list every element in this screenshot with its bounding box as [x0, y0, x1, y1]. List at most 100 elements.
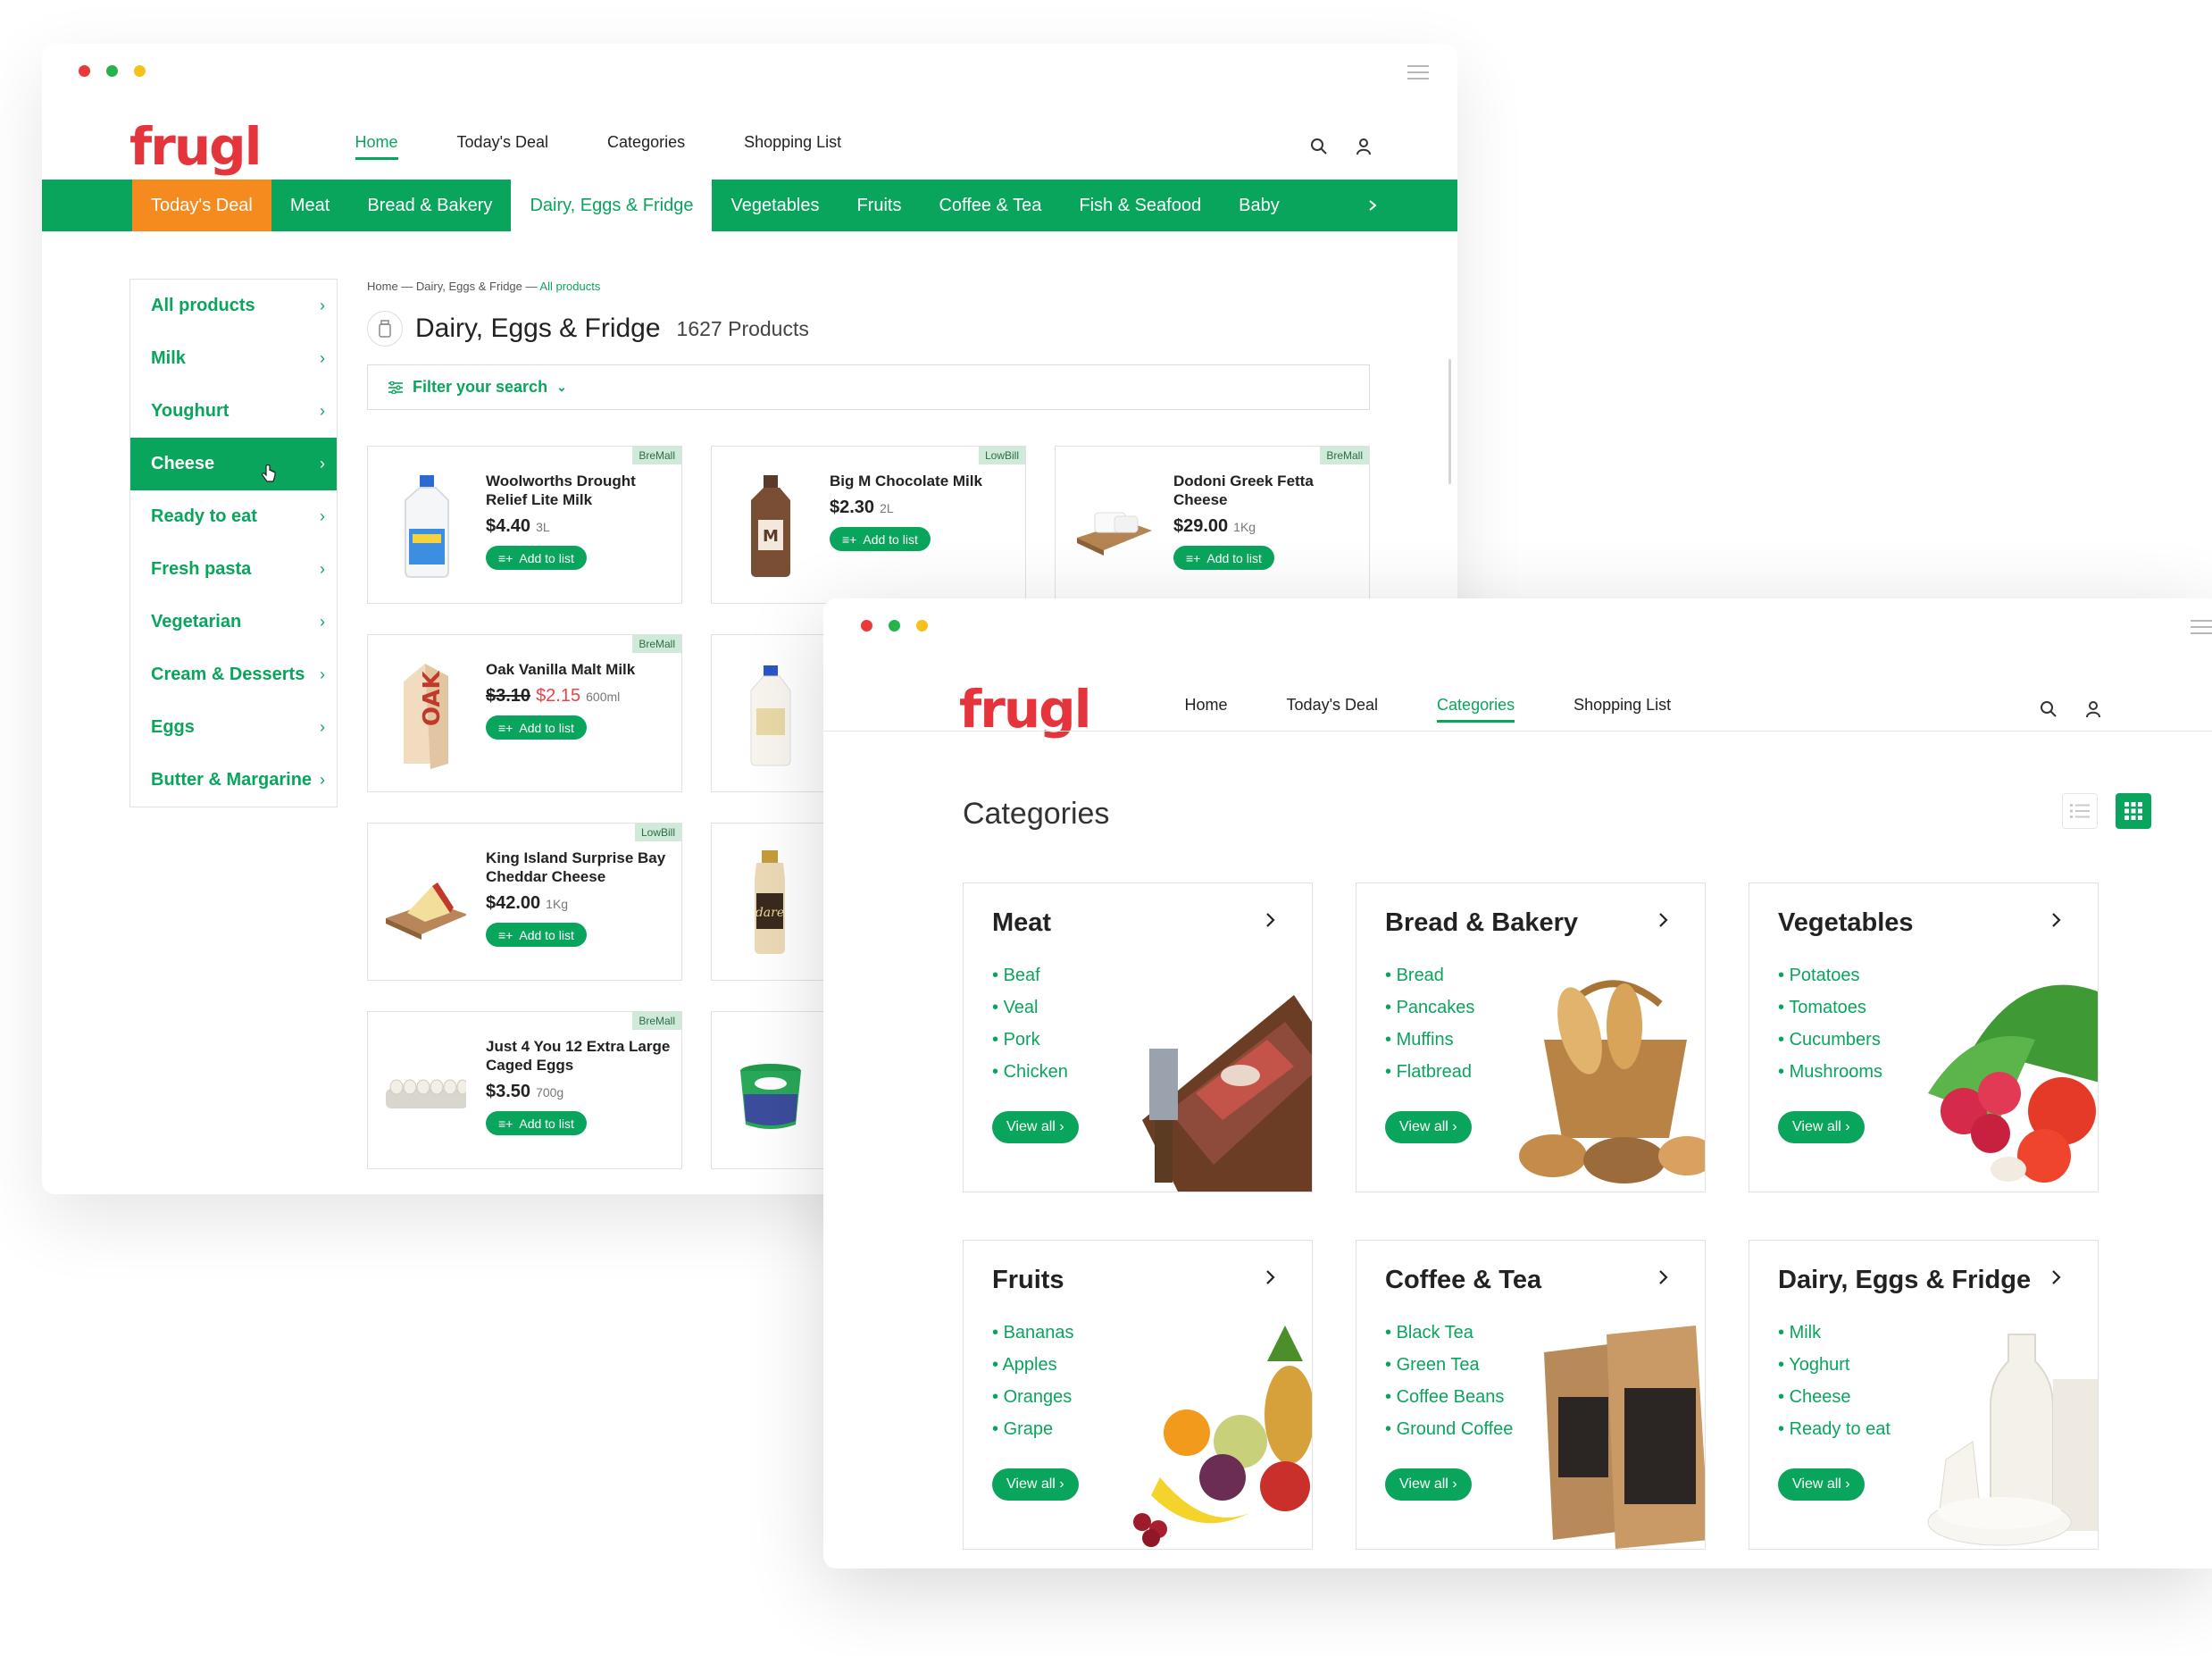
sidebar-item-cream-desserts[interactable]: Cream & Desserts ›: [130, 648, 337, 701]
catbar-todays-deal[interactable]: Today's Deal: [132, 180, 271, 231]
sidebar-item-youghurt[interactable]: Youghurt ›: [130, 385, 337, 438]
product-name[interactable]: Big M Chocolate Milk: [830, 472, 1017, 490]
chevron-right-icon[interactable]: [1265, 1269, 1276, 1285]
subcategory-link[interactable]: • Apples: [992, 1349, 1074, 1381]
category-title[interactable]: Meat: [992, 908, 1051, 938]
sidebar-item-cheese[interactable]: Cheese ›: [130, 438, 337, 490]
catbar-bread-bakery[interactable]: Bread & Bakery: [348, 180, 511, 231]
chevron-right-icon[interactable]: [1658, 912, 1669, 928]
subcategory-link[interactable]: • Ready to eat: [1778, 1413, 1891, 1445]
subcategory-link[interactable]: • Bananas: [992, 1317, 1074, 1349]
sidebar-item-all-products[interactable]: All products ›: [130, 280, 337, 332]
product-card[interactable]: LowBill M Big M Chocolate Milk $2.30 2L ≡…: [711, 446, 1026, 604]
maximize-dot[interactable]: [889, 620, 900, 631]
product-name[interactable]: Woolworths Drought Relief Lite Milk: [486, 472, 673, 509]
view-all-button[interactable]: View all ›: [992, 1111, 1079, 1143]
category-card-meat[interactable]: Meat • Beaf • Veal • Pork • Chicken View…: [963, 882, 1313, 1192]
category-card-bread-bakery[interactable]: Bread & Bakery • Bread • Pancakes • Muff…: [1356, 882, 1706, 1192]
nav-home[interactable]: Home: [1185, 696, 1228, 723]
category-card-coffee-tea[interactable]: Coffee & Tea • Black Tea • Green Tea • C…: [1356, 1240, 1706, 1550]
catbar-dairy[interactable]: Dairy, Eggs & Fridge: [511, 180, 713, 231]
search-icon[interactable]: [1310, 138, 1328, 155]
category-title[interactable]: Bread & Bakery: [1385, 908, 1578, 938]
add-to-list-button[interactable]: ≡+ Add to list: [486, 715, 587, 740]
chevron-right-icon[interactable]: [2051, 1269, 2062, 1285]
subcategory-link[interactable]: • Flatbread: [1385, 1056, 1474, 1088]
category-title[interactable]: Coffee & Tea: [1385, 1266, 1541, 1295]
category-card-fruits[interactable]: Fruits • Bananas • Apples • Oranges • Gr…: [963, 1240, 1313, 1550]
product-name[interactable]: Just 4 You 12 Extra Large Caged Eggs: [486, 1037, 673, 1075]
minimize-dot[interactable]: [134, 65, 146, 77]
product-name[interactable]: Oak Vanilla Malt Milk: [486, 660, 673, 679]
nav-shopping-list[interactable]: Shopping List: [1573, 696, 1671, 723]
catbar-baby[interactable]: Baby: [1220, 180, 1298, 231]
view-all-button[interactable]: View all ›: [1385, 1111, 1472, 1143]
subcategory-link[interactable]: • Coffee Beans: [1385, 1381, 1513, 1413]
hamburger-menu-icon[interactable]: [2191, 620, 2212, 634]
user-icon[interactable]: [2084, 700, 2102, 718]
chevron-right-icon[interactable]: [1658, 1269, 1669, 1285]
catbar-vegetables[interactable]: Vegetables: [712, 180, 838, 231]
sidebar-item-butter-margarine[interactable]: Butter & Margarine ›: [130, 754, 337, 807]
search-icon[interactable]: [2040, 700, 2058, 718]
nav-home[interactable]: Home: [355, 133, 398, 160]
nav-categories[interactable]: Categories: [1437, 696, 1515, 723]
view-all-button[interactable]: View all ›: [1385, 1468, 1472, 1501]
subcategory-link[interactable]: • Tomatoes: [1778, 991, 1882, 1024]
user-icon[interactable]: [1355, 138, 1373, 155]
subcategory-link[interactable]: • Ground Coffee: [1385, 1413, 1513, 1445]
add-to-list-button[interactable]: ≡+ Add to list: [486, 546, 587, 570]
subcategory-link[interactable]: • Grape: [992, 1413, 1074, 1445]
product-card[interactable]: BreMall OAK Oak Vanilla Malt Milk $3.10 $…: [367, 634, 682, 792]
subcategory-link[interactable]: • Potatoes: [1778, 959, 1882, 991]
nav-shopping-list[interactable]: Shopping List: [744, 133, 841, 160]
subcategory-link[interactable]: • Milk: [1778, 1317, 1891, 1349]
sidebar-item-fresh-pasta[interactable]: Fresh pasta ›: [130, 543, 337, 596]
product-card[interactable]: BreMall Dodoni Greek Fetta Cheese $29.00…: [1055, 446, 1370, 604]
subcategory-link[interactable]: • Pancakes: [1385, 991, 1474, 1024]
product-card[interactable]: LowBill King Island Surprise Bay Cheddar…: [367, 823, 682, 981]
subcategory-link[interactable]: • Cheese: [1778, 1381, 1891, 1413]
breadcrumb-category[interactable]: Dairy, Eggs & Fridge: [416, 280, 522, 293]
subcategory-link[interactable]: • Veal: [992, 991, 1068, 1024]
catbar-coffee-tea[interactable]: Coffee & Tea: [920, 180, 1060, 231]
sidebar-item-ready-to-eat[interactable]: Ready to eat ›: [130, 490, 337, 543]
chevron-right-icon[interactable]: [2051, 912, 2062, 928]
category-title[interactable]: Fruits: [992, 1266, 1064, 1295]
close-dot[interactable]: [861, 620, 872, 631]
category-card-vegetables[interactable]: Vegetables • Potatoes • Tomatoes • Cucum…: [1749, 882, 2099, 1192]
nav-todays-deal[interactable]: Today's Deal: [1287, 696, 1379, 723]
category-title[interactable]: Vegetables: [1778, 908, 1914, 938]
category-card-dairy[interactable]: Dairy, Eggs & Fridge • Milk • Yoghurt • …: [1749, 1240, 2099, 1550]
view-all-button[interactable]: View all ›: [992, 1468, 1079, 1501]
hamburger-menu-icon[interactable]: [1407, 65, 1429, 79]
subcategory-link[interactable]: • Black Tea: [1385, 1317, 1513, 1349]
subcategory-link[interactable]: • Cucumbers: [1778, 1024, 1882, 1056]
catbar-meat[interactable]: Meat: [271, 180, 348, 231]
grid-view-icon[interactable]: [2116, 793, 2151, 829]
sidebar-item-eggs[interactable]: Eggs ›: [130, 701, 337, 754]
view-all-button[interactable]: View all ›: [1778, 1111, 1865, 1143]
frugl-logo[interactable]: frugl: [129, 116, 263, 177]
view-all-button[interactable]: View all ›: [1778, 1468, 1865, 1501]
product-card[interactable]: BreMall Just 4 You 12 Extra Large Caged …: [367, 1011, 682, 1169]
maximize-dot[interactable]: [106, 65, 118, 77]
catbar-fruits[interactable]: Fruits: [838, 180, 920, 231]
nav-categories[interactable]: Categories: [607, 133, 685, 160]
subcategory-link[interactable]: • Bread: [1385, 959, 1474, 991]
close-dot[interactable]: [79, 65, 90, 77]
breadcrumb-home[interactable]: Home: [367, 280, 398, 293]
chevron-right-icon[interactable]: [1366, 180, 1379, 231]
add-to-list-button[interactable]: ≡+ Add to list: [830, 527, 931, 551]
filter-bar[interactable]: Filter your search ⌄: [367, 364, 1370, 410]
subcategory-link[interactable]: • Pork: [992, 1024, 1068, 1056]
sidebar-item-vegetarian[interactable]: Vegetarian ›: [130, 596, 337, 648]
add-to-list-button[interactable]: ≡+ Add to list: [1173, 546, 1274, 570]
category-title[interactable]: Dairy, Eggs & Fridge: [1778, 1266, 2031, 1295]
subcategory-link[interactable]: • Muffins: [1385, 1024, 1474, 1056]
subcategory-link[interactable]: • Chicken: [992, 1056, 1068, 1088]
scrollbar[interactable]: [1448, 359, 1451, 484]
subcategory-link[interactable]: • Yoghurt: [1778, 1349, 1891, 1381]
chevron-right-icon[interactable]: [1265, 912, 1276, 928]
product-name[interactable]: King Island Surprise Bay Cheddar Cheese: [486, 849, 673, 886]
